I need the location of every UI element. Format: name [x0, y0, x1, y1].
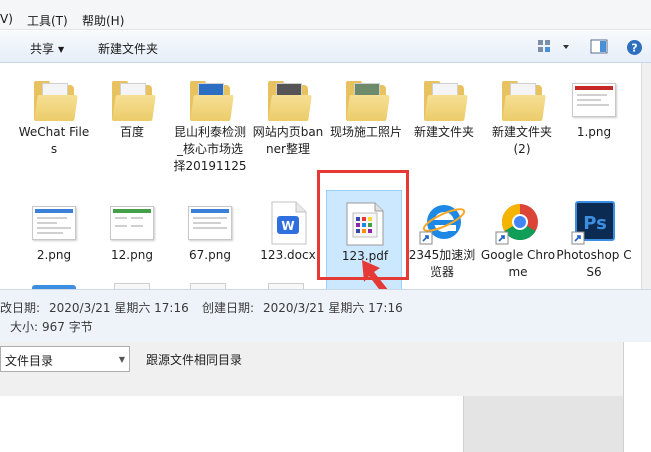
file-name: 新建文件夹	[413, 125, 474, 139]
file-name: 12.png	[111, 248, 153, 262]
size-label: 大小:	[10, 320, 39, 334]
folder-icon	[498, 75, 546, 125]
details-pane: 改日期: 2020/3/21 星期六 17:16 创建日期: 2020/3/21…	[0, 289, 651, 342]
file-name: 1.png	[576, 125, 612, 139]
size-value: 967 字节	[42, 320, 93, 334]
photoshop-shortcut-icon: Ps	[570, 198, 618, 248]
change-view-button[interactable]	[537, 39, 571, 58]
chrome-shortcut-icon	[494, 198, 542, 248]
wps-document-icon: W	[264, 198, 312, 248]
folder-icon	[420, 75, 468, 125]
created-value: 2020/3/21 星期六 17:16	[263, 301, 403, 315]
file-name: 新建文件夹 (2)	[491, 125, 552, 156]
preview-pane-icon	[590, 39, 608, 54]
created-label: 创建日期:	[202, 301, 255, 315]
view-grid-icon	[538, 40, 569, 52]
new-folder-button[interactable]: 新建文件夹	[98, 40, 158, 57]
file-name: 现场施工照片	[329, 125, 402, 139]
image-thumbnail-icon	[570, 75, 618, 125]
content-pane	[0, 396, 463, 452]
chevron-down-icon: ▼	[58, 45, 65, 54]
modified-value: 2020/3/21 星期六 17:16	[49, 301, 189, 315]
menu-help[interactable]: 帮助(H)	[82, 12, 124, 29]
file-item-2345-browser[interactable]: 2345加速浏览器	[404, 190, 480, 289]
folder-icon	[264, 75, 312, 125]
file-name: Photoshop CS6	[556, 248, 632, 279]
file-item-new-folder[interactable]: 新建文件夹	[406, 67, 482, 187]
file-item-site-photos[interactable]: 现场施工照片	[328, 67, 404, 187]
share-label: 共享	[30, 42, 55, 56]
image-thumbnail-icon	[108, 198, 156, 248]
file-item-2png[interactable]: 2.png	[16, 190, 92, 289]
side-pane	[463, 396, 623, 452]
file-name: Google Chrome	[480, 248, 556, 279]
file-item-kunshan[interactable]: 昆山利泰检测_核心市场选择20191125	[172, 67, 248, 187]
file-name: 百度	[119, 125, 144, 139]
file-name: 昆山利泰检测_核心市场选择20191125	[173, 125, 247, 173]
image-thumbnail-icon	[30, 198, 78, 248]
file-item-baidu[interactable]: 百度	[94, 67, 170, 187]
file-item-123docx[interactable]: W 123.docx	[250, 190, 326, 289]
same-directory-option[interactable]: 跟源文件相同目录	[146, 351, 242, 368]
file-name: 67.png	[189, 248, 231, 262]
output-directory-value: 文件目录	[5, 354, 54, 368]
svg-text:Ps: Ps	[583, 213, 607, 234]
file-name: 网站内页banner整理	[252, 125, 324, 156]
file-item-photoshop[interactable]: Ps Photoshop CS6	[556, 190, 632, 289]
folder-icon	[342, 75, 390, 125]
help-button[interactable]: ?	[626, 39, 643, 59]
menu-tools[interactable]: 工具(T)	[27, 12, 68, 29]
vertical-scrollbar[interactable]	[641, 63, 651, 289]
folder-icon	[30, 75, 78, 125]
folder-icon	[108, 75, 156, 125]
modified-label: 改日期:	[0, 301, 41, 315]
file-item-67png[interactable]: 67.png	[172, 190, 248, 289]
svg-text:W: W	[281, 219, 294, 233]
window-edge	[623, 342, 651, 452]
file-item-new-folder-2[interactable]: 新建文件夹 (2)	[484, 67, 560, 187]
file-item-1png[interactable]: 1.png	[556, 67, 632, 187]
folder-icon	[186, 75, 234, 125]
help-icon: ?	[627, 40, 642, 55]
preview-pane-button[interactable]	[590, 39, 608, 58]
file-item-banner[interactable]: 网站内页banner整理	[250, 67, 326, 187]
file-name: WeChat Files	[18, 125, 90, 156]
share-button[interactable]: 共享 ▼	[30, 40, 64, 57]
file-name: 2.png	[36, 248, 72, 262]
ie-browser-shortcut-icon	[418, 198, 466, 248]
file-item-12png[interactable]: 12.png	[94, 190, 170, 289]
chevron-down-icon: ▼	[118, 355, 125, 364]
output-directory-select[interactable]: 文件目录 ▼	[0, 346, 130, 372]
menu-view-partial[interactable]: V)	[0, 12, 13, 26]
image-thumbnail-icon	[186, 198, 234, 248]
file-item-wechat-files[interactable]: WeChat Files	[16, 67, 92, 187]
toolbar: 共享 ▼ 新建文件夹 ?	[0, 31, 651, 63]
file-item-google-chrome[interactable]: Google Chrome	[480, 190, 556, 289]
menu-bar: V) 工具(T) 帮助(H)	[0, 0, 651, 30]
output-settings-panel: 文件目录 ▼ 跟源文件相同目录	[0, 342, 651, 452]
file-name: 123.docx	[260, 248, 316, 262]
file-name: 2345加速浏览器	[408, 248, 476, 279]
svg-text:?: ?	[631, 42, 637, 55]
